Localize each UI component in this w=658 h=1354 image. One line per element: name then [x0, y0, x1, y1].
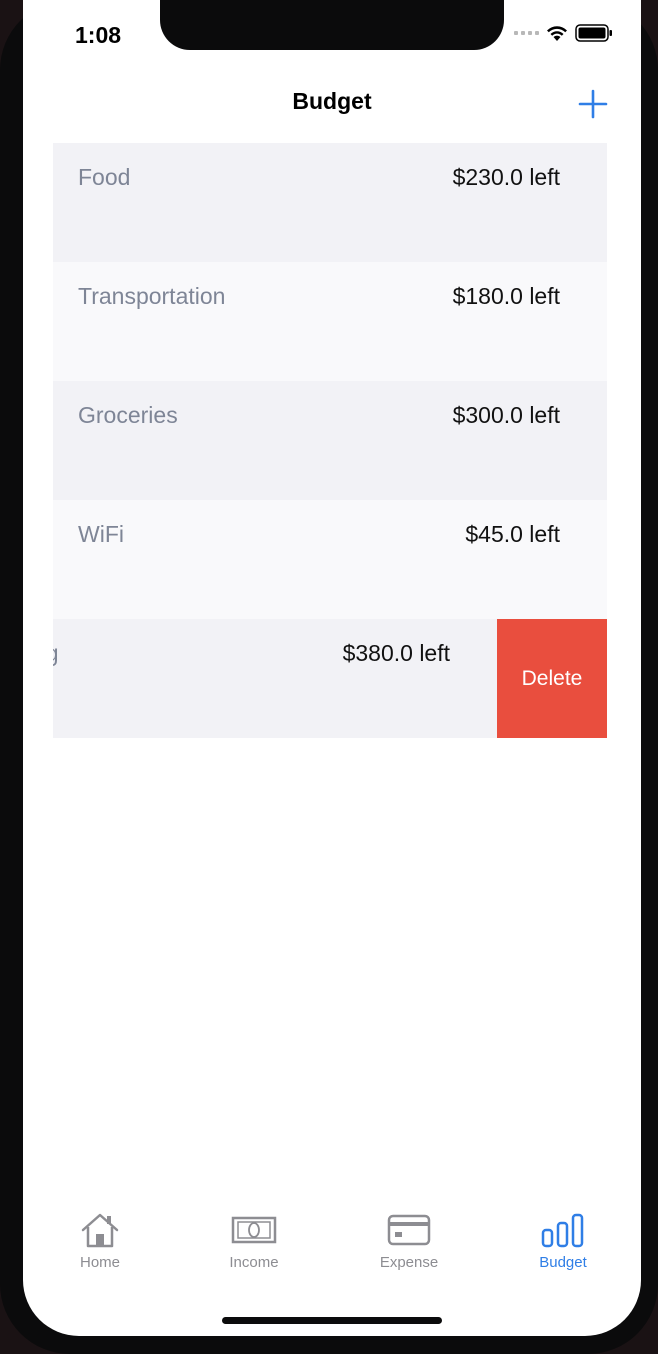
page-title: Budget — [292, 88, 372, 114]
tab-home[interactable]: Home — [40, 1210, 160, 1271]
plus-icon — [578, 89, 608, 119]
device-frame: 1:08 Budget Food $230.0 left Transportat… — [0, 0, 658, 1354]
battery-icon — [575, 24, 612, 42]
credit-card-icon — [387, 1214, 431, 1246]
home-indicator[interactable] — [222, 1317, 442, 1324]
tab-label: Income — [229, 1254, 279, 1271]
house-icon — [81, 1213, 119, 1248]
tab-label: Budget — [539, 1254, 587, 1271]
budget-name: ng — [53, 640, 59, 667]
budget-row[interactable]: Food $230.0 left — [53, 143, 607, 262]
bar-chart-icon — [541, 1213, 584, 1248]
banknote-icon — [231, 1216, 277, 1244]
add-budget-button[interactable] — [575, 86, 611, 122]
tab-budget[interactable]: Budget — [503, 1210, 623, 1271]
budget-row-swiped[interactable]: ng $380.0 left Delete — [53, 619, 607, 738]
budget-amount: $180.0 left — [452, 283, 560, 309]
budget-row[interactable]: Groceries $300.0 left — [53, 381, 607, 500]
budget-amount: $300.0 left — [452, 402, 560, 428]
budget-name: WiFi — [78, 521, 124, 547]
budget-name: Food — [78, 164, 131, 190]
budget-amount: $380.0 left — [342, 640, 450, 666]
tab-label: Home — [79, 1254, 120, 1271]
status-time: 1:08 — [75, 22, 122, 48]
tab-bar: Home Income Expense Budget — [23, 1210, 641, 1290]
budget-name: Transportation — [78, 283, 226, 309]
budget-row[interactable]: WiFi $45.0 left — [53, 500, 607, 619]
delete-button[interactable]: Delete — [497, 619, 607, 738]
tab-label: Expense — [379, 1254, 439, 1271]
budget-list: Food $230.0 left Transportation $180.0 l… — [53, 143, 607, 738]
status-indicators — [514, 24, 613, 42]
wifi-icon — [547, 26, 567, 41]
budget-row[interactable]: Transportation $180.0 left — [53, 262, 607, 381]
signal-icon — [514, 31, 539, 35]
tab-expense[interactable]: Expense — [349, 1210, 469, 1271]
budget-amount: $45.0 left — [465, 521, 560, 547]
tab-income[interactable]: Income — [194, 1210, 314, 1271]
budget-amount: $230.0 left — [452, 164, 560, 190]
notch — [160, 0, 504, 50]
budget-name: Groceries — [78, 402, 178, 428]
screen: 1:08 Budget Food $230.0 left Transportat… — [23, 0, 641, 1336]
